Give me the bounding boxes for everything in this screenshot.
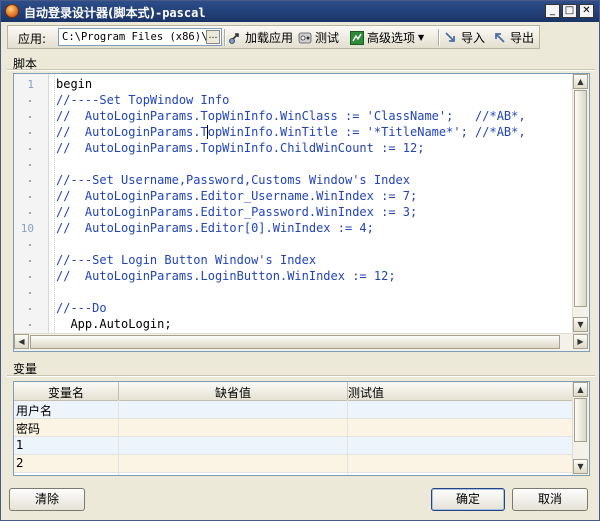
chevron-down-icon: ▼ [418,33,425,42]
window-title-suffix: -pascal [154,6,206,20]
export-label: 导出 [510,31,535,45]
toolbar: 应用: C:\Program Files (x86)\A … 加载应用 测试 高… [7,25,540,49]
line-marker-dot [29,244,31,246]
import-icon [445,31,455,42]
column-gridline [118,400,119,475]
line-marker-dot [29,164,31,166]
code-line[interactable]: // AutoLoginParams.Editor_Username.WinIn… [56,189,417,203]
test-button[interactable]: 测试 [298,28,339,47]
table-header: 变量名 缺省值 测试值 [14,382,574,401]
app-path-value: C:\Program Files (x86)\A [62,31,206,43]
table-vertical-scrollbar[interactable]: ▲ ▼ [572,382,589,475]
line-number: 10 [20,222,34,235]
column-gridline [347,400,348,475]
line-number: 1 [27,78,34,91]
browse-button[interactable]: … [206,30,220,44]
line-marker-dot [29,132,31,134]
table-scroll-thumb[interactable] [574,398,587,442]
code-line[interactable]: //----Set TopWindow Info [56,93,229,107]
ok-button[interactable]: 确定 [431,488,505,511]
fold-margin [51,74,55,333]
export-button[interactable]: 导出 [493,28,534,47]
main-window: 自动登录设计器(脚本式)-pascal _ □ ✕ 应用: C:\Program… [0,0,600,521]
code-line[interactable]: App.AutoLogin; [56,317,171,331]
scroll-up-button[interactable]: ▲ [573,74,588,89]
horizontal-scroll-thumb[interactable] [30,335,560,349]
table-row[interactable]: 用户名 [14,401,574,419]
horizontal-scrollbar[interactable]: ◀ ▶ [14,333,589,351]
clear-button[interactable]: 清除 [9,488,85,511]
window-title-main: 自动登录设计器(脚本式) [24,6,155,20]
table-cell-name[interactable]: 密码 [16,420,40,437]
minimize-button[interactable]: _ [545,4,560,18]
code-line[interactable]: // AutoLoginParams.Editor[0].WinIndex :=… [56,221,374,235]
line-marker-dot [29,276,31,278]
section-divider [7,375,595,377]
code-line[interactable]: // AutoLoginParams.LoginButton.WinIndex … [56,269,396,283]
line-marker-dot [29,100,31,102]
advanced-options-icon [350,30,364,45]
column-header-test[interactable]: 测试值 [348,384,384,401]
maximize-button[interactable]: □ [562,4,577,18]
line-marker-dot [29,180,31,182]
line-number-gutter: 1 10 [14,74,49,333]
app-path-field[interactable]: C:\Program Files (x86)\A … [58,28,222,46]
close-button[interactable]: ✕ [579,4,594,18]
line-marker-dot [29,308,31,310]
app-icon [5,4,19,18]
scroll-right-button[interactable]: ▶ [573,334,588,349]
test-label: 测试 [315,31,340,45]
variables-table[interactable]: 变量名 缺省值 测试值 用户名 密码 1 2 ▲ ▼ [13,381,590,476]
line-marker-dot [29,116,31,118]
line-marker-dot [29,292,31,294]
window-title: 自动登录设计器(脚本式)-pascal [24,4,206,21]
code-line[interactable]: //---Do [56,301,107,315]
title-bar[interactable]: 自动登录设计器(脚本式)-pascal _ □ ✕ [1,1,599,22]
line-marker-dot [29,324,31,326]
vertical-scroll-thumb[interactable] [574,90,587,307]
scroll-down-button[interactable]: ▼ [573,317,588,332]
advanced-options-button[interactable]: 高级选项 ▼ [350,28,424,47]
table-cell-name[interactable]: 1 [16,438,24,452]
code-line[interactable]: //---Set Login Button Window's Index [56,253,316,267]
app-path-label: 应用: [18,32,47,46]
code-line[interactable]: // AutoLoginParams.TopWinInfo.ChildWinCo… [56,141,424,155]
line-marker-dot [29,196,31,198]
export-icon [495,32,505,43]
text-caret [207,125,208,139]
column-header-default[interactable]: 缺省值 [119,384,347,401]
code-line[interactable]: // AutoLoginParams.TopWinInfo.WinTitle :… [56,125,526,139]
table-row[interactable]: 密码 [14,419,574,437]
code-line[interactable]: //---Set Username,Password,Customs Windo… [56,173,410,187]
table-row[interactable]: 1 [14,437,574,455]
table-cell-name[interactable]: 2 [16,456,24,470]
table-cell-name[interactable]: 用户名 [16,402,52,419]
import-label: 导入 [461,31,486,45]
load-app-icon [229,32,239,44]
table-scroll-up-button[interactable]: ▲ [573,382,588,397]
advanced-options-label: 高级选项 [367,31,416,45]
line-marker-dot [29,148,31,150]
code-line[interactable]: begin [56,77,92,91]
load-app-label: 加载应用 [245,31,294,45]
table-scroll-down-button[interactable]: ▼ [573,459,588,474]
line-marker-dot [29,212,31,214]
code-line[interactable]: // AutoLoginParams.TopWinInfo.WinClass :… [56,109,526,123]
column-header-name[interactable]: 变量名 [14,384,118,401]
table-row[interactable]: 2 [14,455,574,473]
scroll-left-button[interactable]: ◀ [14,334,29,349]
toolbar-separator [438,29,440,46]
code-line[interactable]: // AutoLoginParams.Editor_Password.WinIn… [56,205,417,219]
toolbar-separator [224,29,226,46]
script-editor[interactable]: 1 10 begin //----Set TopWindow Info // Aut… [13,73,590,352]
load-app-button[interactable]: 加载应用 [228,28,293,47]
cancel-button[interactable]: 取消 [512,488,588,511]
import-button[interactable]: 导入 [444,28,485,47]
vertical-scrollbar[interactable]: ▲ ▼ [572,74,589,333]
line-marker-dot [29,260,31,262]
test-icon [298,32,312,43]
section-divider [7,69,595,71]
